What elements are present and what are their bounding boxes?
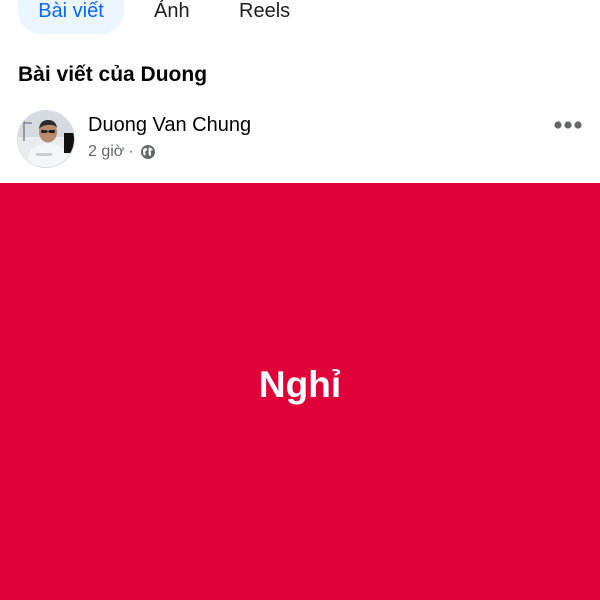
more-options-button[interactable]: [552, 118, 584, 132]
more-horizontal-icon: [554, 121, 582, 129]
avatar-photo: [18, 111, 74, 167]
author-avatar[interactable]: [17, 110, 75, 168]
post-text: Nghỉ: [258, 364, 342, 405]
profile-posts-page: Bài viết Ảnh Reels Bài viết của Duong Du…: [0, 0, 600, 600]
tab-reels[interactable]: Reels: [239, 0, 290, 34]
post-meta: 2 giờ ·: [88, 143, 156, 161]
tab-posts[interactable]: Bài viết: [18, 0, 124, 34]
section-title: Bài viết của Duong: [18, 63, 208, 86]
meta-separator: ·: [128, 143, 134, 160]
profile-tabs: Bài viết Ảnh Reels: [0, 0, 600, 44]
tab-photos[interactable]: Ảnh: [154, 0, 190, 34]
globe-icon: [140, 144, 156, 160]
post-time[interactable]: 2 giờ: [88, 143, 124, 161]
author-name[interactable]: Duong Van Chung: [88, 114, 251, 137]
